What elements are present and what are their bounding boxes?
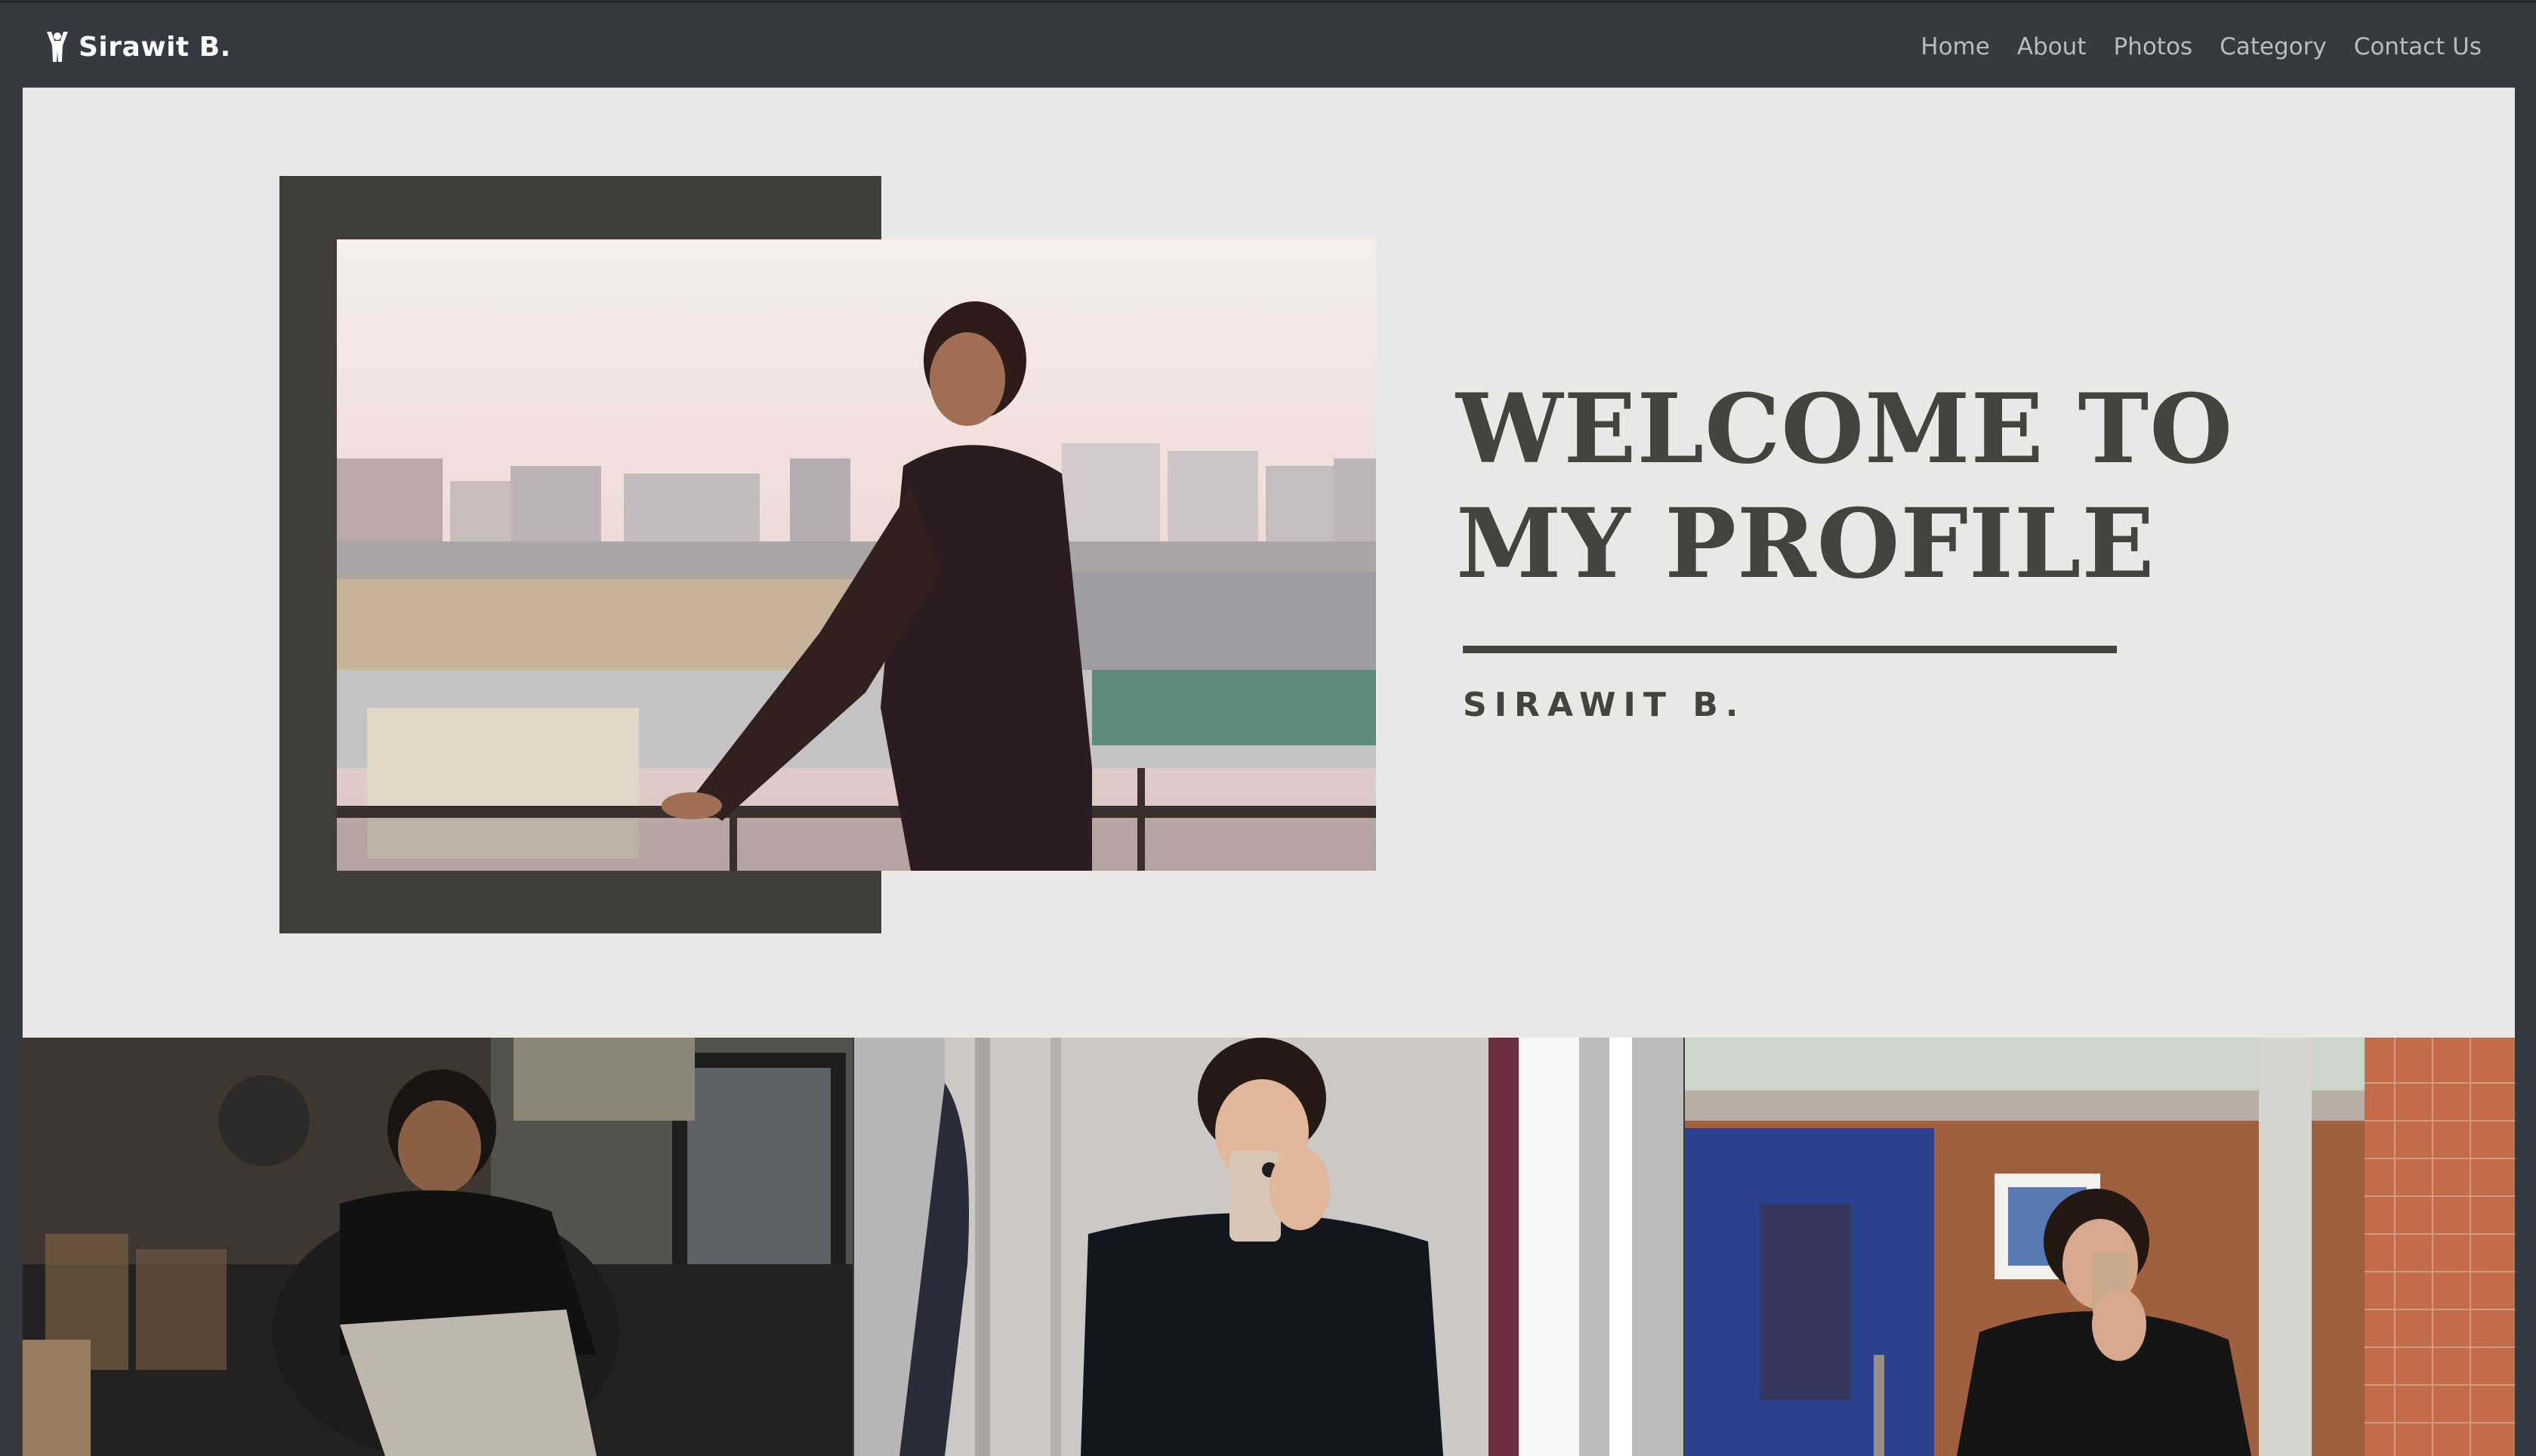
hero-photo — [337, 239, 1376, 871]
hero-subtitle: SIRAWIT B. — [1463, 686, 1746, 724]
photo-gallery — [23, 1038, 2516, 1456]
gallery-photo-1[interactable] — [23, 1038, 853, 1456]
hero-section: WELCOME TO MY PROFILE SIRAWIT B. — [23, 88, 2515, 1038]
nav-link-photos[interactable]: Photos — [2113, 33, 2192, 60]
gallery-photo-2[interactable] — [853, 1038, 1684, 1456]
nav-link-about[interactable]: About — [2017, 33, 2087, 60]
hero-title: WELCOME TO MY PROFILE — [1456, 372, 2362, 601]
nav-link-home[interactable]: Home — [1921, 33, 1990, 60]
hero-divider — [1463, 646, 2117, 653]
gallery-photo-3[interactable] — [1685, 1038, 2516, 1456]
navbar: Sirawit B. Home About Photos Category Co… — [0, 0, 2536, 88]
hero-title-line-1: WELCOME TO — [1456, 373, 2234, 485]
hero-title-line-2: MY PROFILE — [1456, 488, 2155, 600]
nav-link-contact-us[interactable]: Contact Us — [2354, 33, 2482, 60]
brand-link[interactable]: Sirawit B. — [44, 29, 231, 65]
nav-links: Home About Photos Category Contact Us — [1921, 29, 2482, 65]
brand-name: Sirawit B. — [79, 31, 231, 63]
nav-link-category[interactable]: Category — [2220, 33, 2327, 60]
person-arms-up-icon — [47, 32, 68, 62]
